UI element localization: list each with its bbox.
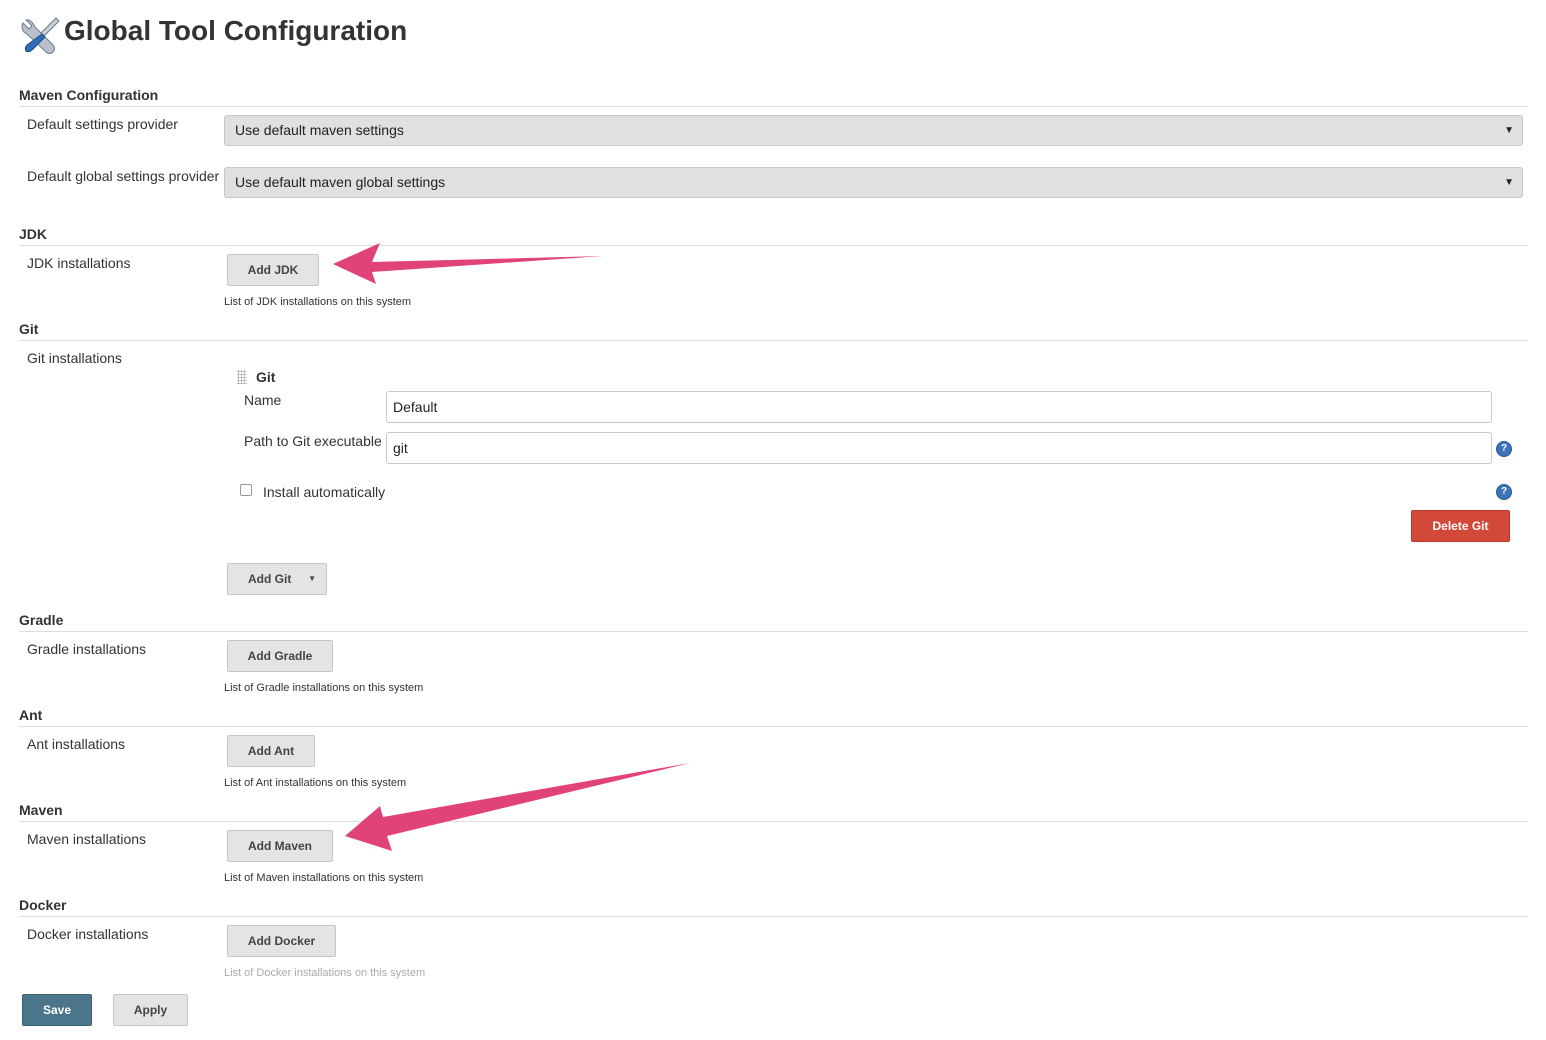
page-title: Global Tool Configuration xyxy=(64,15,408,46)
default-settings-select[interactable]: Use default maven settings ▼ xyxy=(224,115,1523,146)
section-heading-ant: Ant xyxy=(19,706,1528,727)
ant-help-text: List of Ant installations on this system xyxy=(224,777,407,789)
docker-help-text: List of Docker installations on this sys… xyxy=(224,967,426,979)
git-item-title: Git xyxy=(256,369,276,385)
section-heading-gradle: Gradle xyxy=(19,611,1528,632)
git-installations-label: Git installations xyxy=(27,350,122,366)
caret-down-icon: ▼ xyxy=(308,574,316,583)
annotation-arrow-jdk xyxy=(333,243,603,284)
maven-installations-label: Maven installations xyxy=(27,831,147,847)
save-button[interactable]: Save xyxy=(22,994,92,1026)
maven-help-text: List of Maven installations on this syst… xyxy=(224,872,424,884)
caret-down-icon: ▼ xyxy=(1504,125,1514,136)
section-heading-maven-configuration: Maven Configuration xyxy=(19,86,1528,107)
delete-git-button[interactable]: Delete Git xyxy=(1411,510,1510,542)
git-name-input[interactable]: Default xyxy=(386,391,1492,423)
gradle-help-text: List of Gradle installations on this sys… xyxy=(224,682,424,694)
section-heading-maven: Maven xyxy=(19,801,1528,822)
jdk-help-text: List of JDK installations on this system xyxy=(224,296,412,308)
default-global-settings-select[interactable]: Use default maven global settings ▼ xyxy=(224,167,1523,198)
docker-installations-label: Docker installations xyxy=(27,926,149,942)
default-global-settings-value: Use default maven global settings xyxy=(235,174,446,190)
add-maven-button[interactable]: Add Maven xyxy=(227,830,333,862)
jdk-installations-label: JDK installations xyxy=(27,255,131,271)
tools-icon xyxy=(21,17,60,54)
caret-down-icon: ▼ xyxy=(1504,177,1514,188)
add-git-label: Add Git xyxy=(248,572,292,586)
drag-handle-icon[interactable] xyxy=(237,370,247,384)
default-settings-label: Default settings provider xyxy=(27,116,178,132)
help-icon[interactable]: ? xyxy=(1497,485,1511,499)
add-ant-button[interactable]: Add Ant xyxy=(227,735,315,767)
add-git-button[interactable]: Add Git ▼ xyxy=(227,563,327,595)
help-icon[interactable]: ? xyxy=(1497,442,1511,456)
ant-installations-label: Ant installations xyxy=(27,736,126,752)
install-automatically-label: Install automatically xyxy=(263,484,386,500)
default-settings-value: Use default maven settings xyxy=(235,122,404,138)
section-heading-docker: Docker xyxy=(19,896,1528,917)
default-global-settings-label: Default global settings provider xyxy=(27,168,220,184)
git-path-label: Path to Git executable xyxy=(244,433,382,449)
annotation-arrows xyxy=(333,243,690,851)
apply-button[interactable]: Apply xyxy=(113,994,188,1026)
git-path-input[interactable]: git xyxy=(386,432,1492,464)
section-heading-git: Git xyxy=(19,320,1528,341)
section-heading-jdk: JDK xyxy=(19,225,1528,246)
gradle-installations-label: Gradle installations xyxy=(27,641,147,657)
add-docker-button[interactable]: Add Docker xyxy=(227,925,336,957)
git-name-label: Name xyxy=(244,392,282,408)
install-automatically-checkbox[interactable] xyxy=(240,484,252,496)
add-gradle-button[interactable]: Add Gradle xyxy=(227,640,333,672)
add-jdk-button[interactable]: Add JDK xyxy=(227,254,319,286)
